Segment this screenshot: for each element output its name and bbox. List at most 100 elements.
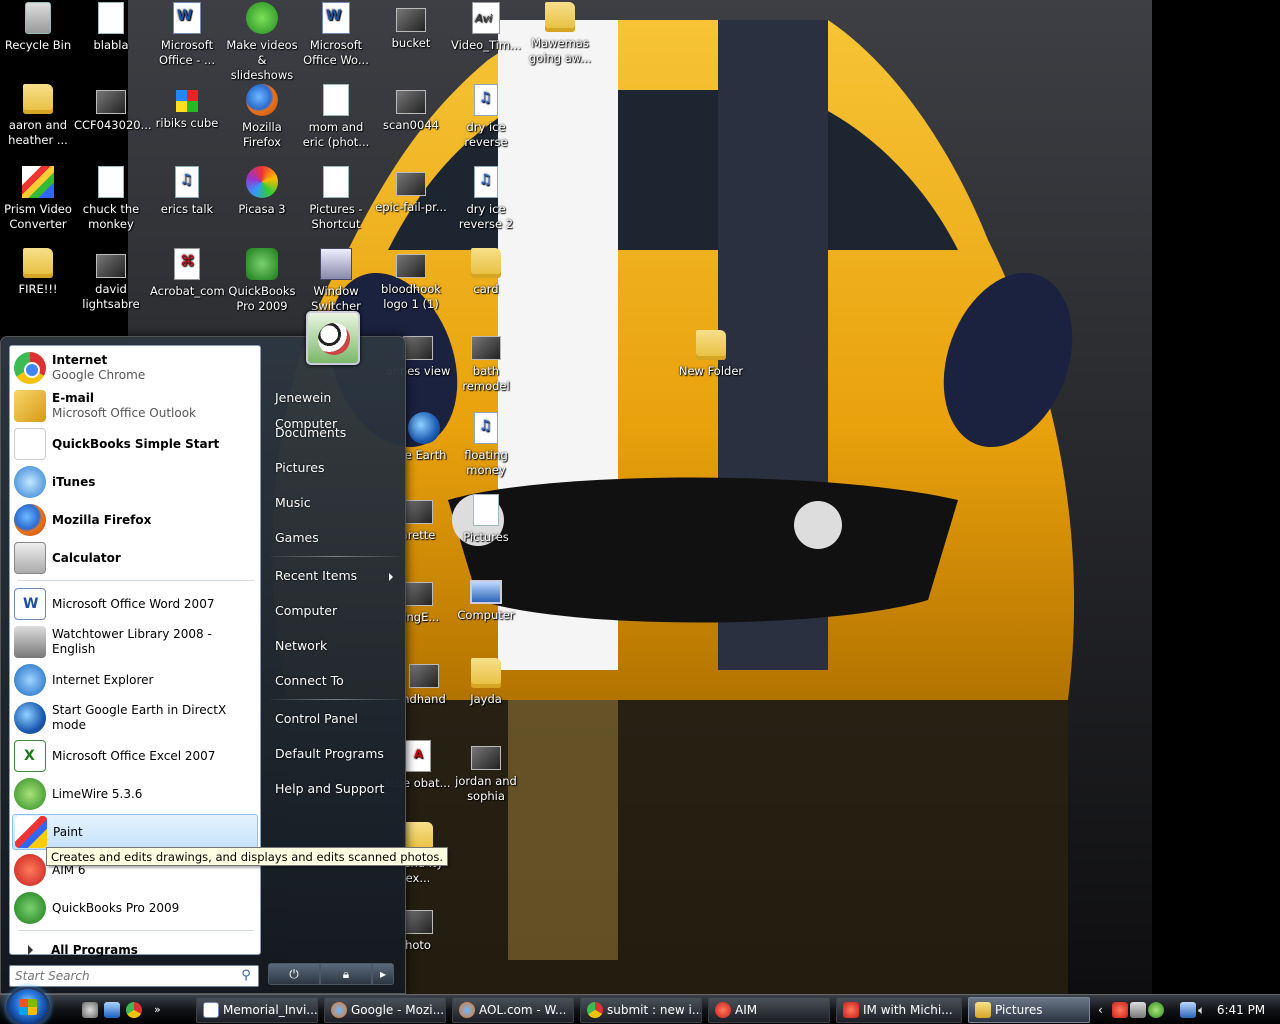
taskbar-button-google-mozilla[interactable]: Google - Mozi... xyxy=(324,997,446,1023)
desktop-icon-pictures[interactable]: Pictures xyxy=(448,492,524,572)
desktop-icon-picasa[interactable]: Picasa 3 xyxy=(224,164,300,244)
user-picture[interactable] xyxy=(306,311,360,365)
taskbar-button-submit[interactable]: submit : new i... xyxy=(580,997,702,1023)
taskbar-button-im-with-michi[interactable]: IM with Michi... xyxy=(836,997,962,1023)
start-link-default-programs[interactable]: Default Programs xyxy=(271,741,397,767)
start-button[interactable] xyxy=(6,987,50,1024)
program-limewire[interactable]: LimeWire 5.3.6 xyxy=(12,776,258,812)
quicklaunch-show-desktop-icon[interactable] xyxy=(104,1002,120,1018)
desktop-icon-aaron-heather[interactable]: aaron and heather ... xyxy=(0,82,76,162)
start-search-box[interactable]: ⚲ xyxy=(9,965,259,987)
all-programs-button[interactable]: All Programs xyxy=(20,938,260,962)
desktop-icon-dry-ice-reverse-2[interactable]: dry ice reverse 2 xyxy=(448,164,524,244)
desktop-icon-dry-ice-reverse[interactable]: dry ice reverse xyxy=(448,82,524,162)
desktop-icon-acrobat-com[interactable]: Acrobat_com xyxy=(149,246,225,326)
window-switcher-icon xyxy=(320,248,352,280)
word-icon xyxy=(14,588,46,620)
desktop-icon-microsoft-office[interactable]: Microsoft Office - ... xyxy=(149,0,225,80)
program-internet-explorer[interactable]: Internet Explorer xyxy=(12,662,258,698)
desktop-icon-card[interactable]: card xyxy=(448,246,524,326)
start-link-control-panel[interactable]: Control Panel xyxy=(271,706,397,732)
desktop-icon-prism-video[interactable]: Prism Video Converter xyxy=(0,164,76,244)
image-icon xyxy=(409,664,439,688)
desktop-icon-bucket[interactable]: bucket xyxy=(373,0,449,80)
taskbar-button-pictures[interactable]: Pictures xyxy=(968,997,1090,1023)
desktop-icon-bath-remodel[interactable]: bath remodel xyxy=(448,328,524,408)
desktop-icon-ribiks-cube[interactable]: ribiks cube xyxy=(149,82,225,162)
lock-button[interactable]: 🔒︎ xyxy=(320,963,372,985)
tray-printer-icon[interactable] xyxy=(1130,1002,1146,1018)
desktop-icon-new-folder[interactable]: New Folder xyxy=(673,328,749,408)
desktop-icon-mawemas[interactable]: Mawemas going aw... xyxy=(522,0,598,80)
shutdown-options-button[interactable]: ▸ xyxy=(372,963,394,985)
desktop-icon-recycle-bin[interactable]: Recycle Bin xyxy=(0,0,76,80)
desktop-icon-pictures-shortcut[interactable]: Pictures - Shortcut xyxy=(298,164,374,244)
desktop-icon-video-tim[interactable]: Video_Tim... xyxy=(448,0,524,80)
start-link-user[interactable]: Jenewein Computer xyxy=(271,385,397,431)
quicklaunch-switcher-icon[interactable] xyxy=(82,1002,98,1018)
taskbar-clock[interactable]: 6:41 PM xyxy=(1206,995,1276,1024)
start-link-pictures[interactable]: Pictures xyxy=(271,455,397,481)
program-quickbooks-pro[interactable]: QuickBooks Pro 2009 xyxy=(12,890,258,926)
desktop-icon-computer[interactable]: Computer xyxy=(448,574,524,654)
desktop-icon-erics-talk[interactable]: erics talk xyxy=(149,164,225,244)
power-button[interactable]: ⏻ xyxy=(268,963,320,985)
folder-icon xyxy=(696,330,726,360)
start-link-connect-to[interactable]: Connect To xyxy=(271,668,397,694)
pinned-internet[interactable]: Internet Google Chrome xyxy=(12,350,258,386)
desktop-icon-make-videos[interactable]: Make videos & slideshows xyxy=(224,0,300,82)
program-calculator[interactable]: Calculator xyxy=(12,540,258,576)
soccer-ball-icon xyxy=(318,323,350,355)
tray-aim-icon[interactable] xyxy=(1112,1002,1128,1018)
desktop-icon-floating-money[interactable]: floating money xyxy=(448,410,524,490)
firefox-icon xyxy=(246,84,278,116)
start-link-network[interactable]: Network xyxy=(271,633,397,659)
desktop-icon-david-lightsabre[interactable]: david lightsabre xyxy=(73,246,149,326)
desktop-icon-bloodhook-logo[interactable]: bloodhook logo 1 (1) xyxy=(373,246,449,326)
firefox-icon xyxy=(459,1002,475,1018)
desktop-icon-blabla[interactable]: blabla xyxy=(73,0,149,80)
program-watchtower-library[interactable]: Watchtower Library 2008 - English xyxy=(12,624,258,660)
start-link-games[interactable]: Games xyxy=(271,525,397,551)
pinned-email[interactable]: E-mail Microsoft Office Outlook xyxy=(12,388,258,424)
task-label: Pictures xyxy=(995,1003,1043,1017)
tray-expand-icon[interactable]: ‹ xyxy=(1098,1002,1108,1018)
start-link-documents[interactable]: Documents xyxy=(271,420,397,446)
paint-icon xyxy=(15,816,47,848)
desktop-icon-jordan-sophia[interactable]: jordan and sophia xyxy=(448,738,524,818)
program-word-2007[interactable]: Microsoft Office Word 2007 xyxy=(12,586,258,622)
program-quickbooks-simple-start[interactable]: QuickBooks Simple Start xyxy=(12,426,258,462)
desktop-icon-jayda[interactable]: Jayda xyxy=(448,656,524,736)
taskbar-button-aim[interactable]: AIM xyxy=(708,997,830,1023)
desktop-icon-quickbooks-pro[interactable]: QuickBooks Pro 2009 xyxy=(224,246,300,326)
shortcut-icon xyxy=(473,494,499,526)
desktop-icon-office-word[interactable]: Microsoft Office Wo... xyxy=(298,0,374,80)
pinned-separator xyxy=(18,580,254,581)
program-google-earth[interactable]: Start Google Earth in DirectX mode xyxy=(12,700,258,736)
desktop-icon-epic-fail[interactable]: epic-fail-pr... xyxy=(373,164,449,244)
audio-icon xyxy=(474,412,498,444)
program-mozilla-firefox[interactable]: Mozilla Firefox xyxy=(12,502,258,538)
desktop-icon-mom-and-eric[interactable]: mom and eric (phot... xyxy=(298,82,374,162)
desktop-icon-chuck-monkey[interactable]: chuck the monkey xyxy=(73,164,149,244)
taskbar-button-memorial[interactable]: Memorial_Invi... xyxy=(196,997,318,1023)
program-itunes[interactable]: iTunes xyxy=(12,464,258,500)
desktop-icon-scan0044[interactable]: scan0044 xyxy=(373,82,449,162)
start-link-recent-items[interactable]: Recent Items xyxy=(271,563,397,589)
search-icon[interactable]: ⚲ xyxy=(237,967,255,985)
image-icon xyxy=(396,90,426,114)
desktop-icon-fire[interactable]: FIRE!!! xyxy=(0,246,76,326)
program-excel-2007[interactable]: Microsoft Office Excel 2007 xyxy=(12,738,258,774)
start-link-help-and-support[interactable]: Help and Support xyxy=(271,776,397,802)
start-link-music[interactable]: Music xyxy=(271,490,397,516)
taskbar-button-aol[interactable]: AOL.com - W... xyxy=(452,997,574,1023)
quicklaunch-overflow-icon[interactable]: » xyxy=(154,1002,164,1018)
quicklaunch-chrome-icon[interactable] xyxy=(126,1002,142,1018)
start-link-computer[interactable]: Computer xyxy=(271,598,397,624)
desktop-icon-mozilla-firefox[interactable]: Mozilla Firefox xyxy=(224,82,300,162)
start-search-input[interactable] xyxy=(10,967,237,985)
desktop-icon-ccf[interactable]: CCF043020... xyxy=(73,82,152,162)
program-paint[interactable]: Paint xyxy=(12,814,258,850)
tray-network-icon[interactable] xyxy=(1180,1002,1196,1018)
tray-limewire-icon[interactable] xyxy=(1148,1002,1164,1018)
